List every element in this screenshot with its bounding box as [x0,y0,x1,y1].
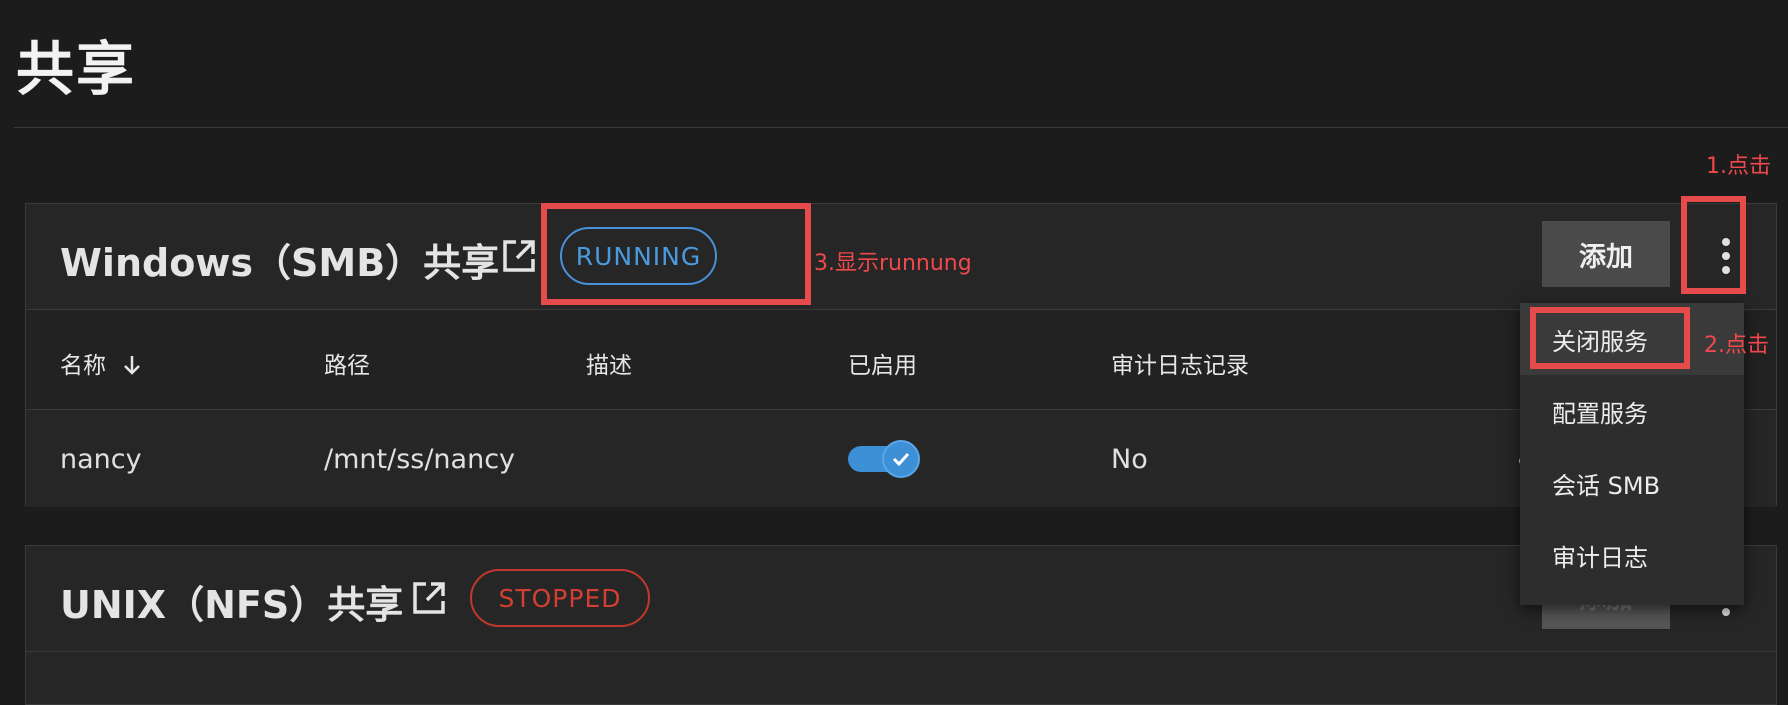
smb-table-header: 名称 路径 描述 已启用 审计日志记录 [26,310,1776,410]
table-row[interactable]: nancy /mnt/ss/nancy No [26,410,1776,507]
column-header-audit-logging[interactable]: 审计日志记录 [1111,346,1249,380]
annotation-step2: 2.点击 [1704,333,1769,358]
column-header-enabled[interactable]: 已启用 [848,346,917,380]
smb-add-button[interactable]: 添加 [1542,221,1670,287]
check-icon [892,452,910,467]
enabled-toggle[interactable] [848,440,922,478]
share-name-cell: nancy [60,444,142,475]
page-title: 共享 [16,35,137,103]
title-divider [14,127,1788,128]
column-header-name[interactable]: 名称 [60,346,143,380]
external-link-icon[interactable] [410,579,448,617]
column-header-path[interactable]: 路径 [324,346,370,380]
annotation-step1: 1.点击 [1706,154,1771,179]
nfs-share-card: UNIX（NFS）共享 STOPPED 添加 [25,545,1777,705]
menu-item-configure-service[interactable]: 配置服务 [1520,375,1744,447]
column-header-description[interactable]: 描述 [586,346,632,380]
annotation-step3: 3.显示runnung [814,251,972,276]
sort-arrow-down-icon [124,356,141,375]
menu-item-smb-sessions[interactable]: 会话 SMB [1520,447,1744,519]
nfs-card-header: UNIX（NFS）共享 STOPPED 添加 [26,546,1776,652]
annotation-box-kebab [1681,196,1746,294]
share-path-cell: /mnt/ss/nancy [324,444,516,475]
audit-logging-cell: No [1111,444,1148,475]
smb-card-title: Windows（SMB）共享 [60,241,500,285]
menu-item-audit-log[interactable]: 审计日志 [1520,519,1744,591]
nfs-status-badge: STOPPED [470,569,650,627]
annotation-box-stop-service [1530,307,1690,369]
external-link-icon[interactable] [500,237,538,275]
nfs-card-title: UNIX（NFS）共享 [60,583,404,627]
annotation-box-running [541,203,811,305]
